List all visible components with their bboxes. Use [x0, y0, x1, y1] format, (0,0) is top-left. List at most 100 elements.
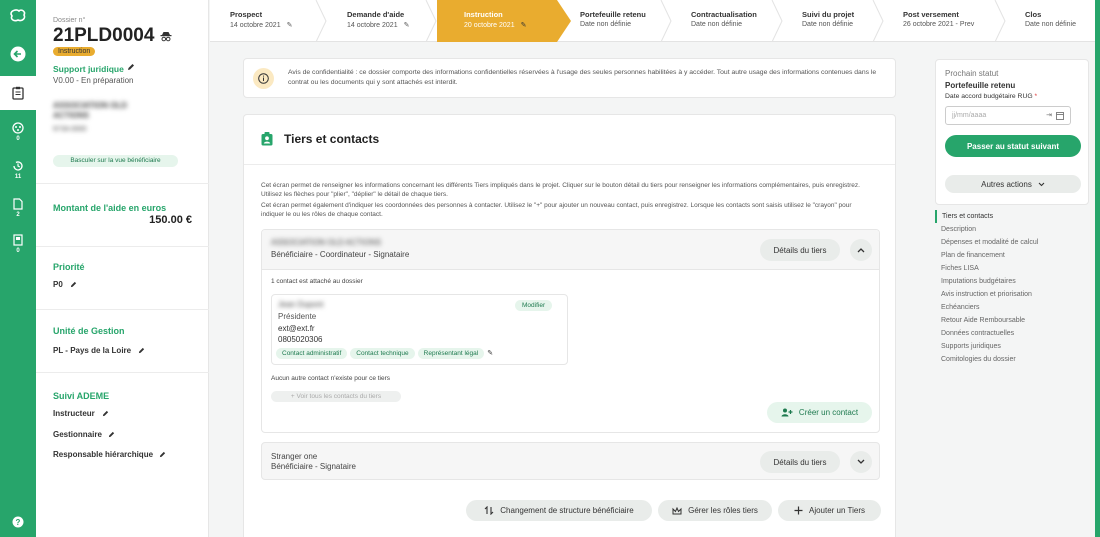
- priority-label: Priorité: [53, 262, 85, 272]
- contact-card-icon: [261, 132, 273, 146]
- add-tier-button[interactable]: Ajouter un Tiers: [778, 500, 881, 521]
- help-icon[interactable]: ?: [0, 516, 36, 528]
- pencil-icon[interactable]: ✎: [487, 350, 493, 357]
- nav-description[interactable]: Description: [935, 223, 1095, 236]
- nav-tiers-contacts[interactable]: Tiers et contacts: [935, 210, 1095, 223]
- dossier-header: Dossier n° 21PLD0004 Instruction Support…: [36, 0, 209, 184]
- modify-button[interactable]: Modifier: [515, 300, 553, 311]
- contacts-icon[interactable]: 0: [0, 122, 36, 142]
- rail-badge: 0: [16, 248, 20, 254]
- nav-imputations[interactable]: Imputations budgétaires: [935, 275, 1095, 288]
- contact-roles: Contact administratif Contact technique Re…: [276, 348, 493, 359]
- nav-retour-aide[interactable]: Retour Aide Remboursable: [935, 314, 1095, 327]
- nav-avis-instruction[interactable]: Avis instruction et priorisation: [935, 288, 1095, 301]
- contact-name: Jean Dupont: [278, 300, 324, 309]
- history-icon[interactable]: 11: [0, 160, 36, 180]
- org-name-cont: ACTIONS: [53, 111, 89, 120]
- confidentiality-notice: Avis de confidentialité : ce dossier com…: [243, 58, 896, 98]
- tier-panel: Stranger one Bénéficiaire - Signataire D…: [261, 442, 880, 480]
- chevron-down-icon: [857, 459, 865, 464]
- change-structure-button[interactable]: Changement de structure bénéficiaire: [466, 500, 652, 521]
- chevron-down-icon: [1038, 182, 1045, 186]
- swap-icon: [484, 506, 494, 515]
- logo-icon[interactable]: [0, 8, 36, 24]
- other-actions-label: Autres actions: [981, 179, 1032, 189]
- details-button[interactable]: Détails du tiers: [760, 451, 840, 473]
- spy-icon: [160, 31, 172, 42]
- date-input[interactable]: jj/mm/aaaa ⇥: [945, 106, 1071, 125]
- suivi-gestionnaire: Gestionnaire: [53, 430, 102, 439]
- svg-text:?: ?: [16, 518, 21, 527]
- clear-date-icon[interactable]: ⇥: [1046, 111, 1052, 119]
- tier-roles: Bénéficiaire - Coordinateur - Signataire: [271, 250, 410, 259]
- pencil-icon[interactable]: [159, 451, 166, 458]
- unit-label: Unité de Gestion: [53, 326, 125, 336]
- see-all-contacts-button[interactable]: + Voir tous les contacts du tiers: [271, 391, 401, 402]
- contact-email: ext@ext.fr: [278, 324, 315, 333]
- priority-section: Priorité P0: [36, 248, 209, 310]
- chevron-up-icon: [857, 248, 865, 253]
- next-status-button[interactable]: Passer au statut suivant: [945, 135, 1081, 157]
- see-all-label: Voir tous les contacts du tiers: [296, 393, 382, 400]
- org-name: ASSOCIATION OLD: [53, 101, 128, 110]
- create-contact-button[interactable]: Créer un contact: [767, 402, 872, 423]
- pencil-icon[interactable]: [138, 347, 145, 354]
- other-actions-button[interactable]: Autres actions: [945, 175, 1081, 193]
- manage-roles-label: Gérer les rôles tiers: [688, 506, 758, 515]
- details-button[interactable]: Détails du tiers: [760, 239, 840, 261]
- dossier-type: Support juridique: [53, 64, 124, 74]
- nav-plan-financement[interactable]: Plan de financement: [935, 249, 1095, 262]
- right-edge-bar: [1095, 0, 1100, 537]
- contact-count: 1 contact est attaché au dossier: [271, 278, 363, 285]
- dossier-number: 21PLD0004: [53, 25, 155, 46]
- dossier-label: Dossier n°: [53, 17, 86, 24]
- required-marker: *: [1034, 93, 1038, 100]
- document-icon[interactable]: 2: [0, 198, 36, 218]
- status-badge: Instruction: [53, 47, 96, 56]
- suivi-label: Suivi ADEME: [53, 391, 110, 401]
- back-arrow-icon[interactable]: [0, 46, 36, 62]
- next-status-label: Prochain statut: [945, 69, 999, 78]
- calendar-icon[interactable]: [1056, 111, 1064, 120]
- contact-role: Présidente: [278, 312, 317, 321]
- rail-badge: 2: [16, 212, 20, 218]
- plus-icon: [794, 506, 803, 515]
- unit-section: Unité de Gestion PL - Pays de la Loire: [36, 311, 209, 373]
- no-other-contacts: Aucun autre contact n'existe pour ce tie…: [271, 375, 391, 382]
- unit-value: PL - Pays de la Loire: [53, 346, 132, 355]
- contact-card: Jean Dupont Présidente ext@ext.fr 080502…: [271, 294, 568, 365]
- intro-text: Cet écran permet également d'indiquer le…: [261, 202, 852, 219]
- pencil-icon[interactable]: [127, 63, 135, 71]
- rail-badge: 0: [16, 136, 20, 142]
- nav-supports-juridiques[interactable]: Supports juridiques: [935, 340, 1095, 353]
- tier-name: ASSOCIATION OLD ACTIONS: [271, 238, 382, 247]
- amount-label: Montant de l'aide en euros: [53, 203, 167, 213]
- nav-comitologies[interactable]: Comitologies du dossier: [935, 353, 1095, 366]
- nav-echeanciers[interactable]: Echéanciers: [935, 301, 1095, 314]
- priority-value: P0: [53, 280, 63, 289]
- org-id: N°0A 0000: [53, 126, 87, 133]
- next-status-value: Portefeuille retenu: [945, 81, 1016, 90]
- nav-fiches-lisa[interactable]: Fiches LISA: [935, 262, 1095, 275]
- notebook-icon[interactable]: 0: [0, 234, 36, 254]
- nav-donnees-contractuelles[interactable]: Données contractuelles: [935, 327, 1095, 340]
- collapse-button[interactable]: [850, 239, 872, 261]
- pencil-icon[interactable]: [102, 410, 109, 417]
- clipboard-icon[interactable]: [0, 76, 36, 110]
- date-field-label: Date accord budgétaire RUG: [945, 93, 1033, 100]
- expand-button[interactable]: [850, 451, 872, 473]
- switch-view-button[interactable]: Basculer sur la vue bénéficiaire: [53, 155, 178, 167]
- nav-depenses[interactable]: Dépenses et modalité de calcul: [935, 236, 1095, 249]
- manage-roles-button[interactable]: Gérer les rôles tiers: [658, 500, 772, 521]
- pencil-icon[interactable]: [108, 431, 115, 438]
- tier-roles: Bénéficiaire - Signataire: [271, 462, 356, 471]
- tier-panel: ASSOCIATION OLD ACTIONS Bénéficiaire - C…: [261, 229, 880, 433]
- pencil-icon[interactable]: [70, 281, 77, 288]
- change-structure-label: Changement de structure bénéficiaire: [500, 506, 634, 515]
- contact-phone: 0805020306: [278, 335, 323, 344]
- crown-icon: [672, 506, 682, 514]
- suivi-responsable: Responsable hiérarchique: [53, 450, 154, 459]
- icon-rail: 0 11 2 0 ?: [0, 0, 36, 537]
- dossier-version: V0.00 - En préparation: [53, 76, 134, 85]
- role-tag: Contact administratif: [276, 348, 348, 359]
